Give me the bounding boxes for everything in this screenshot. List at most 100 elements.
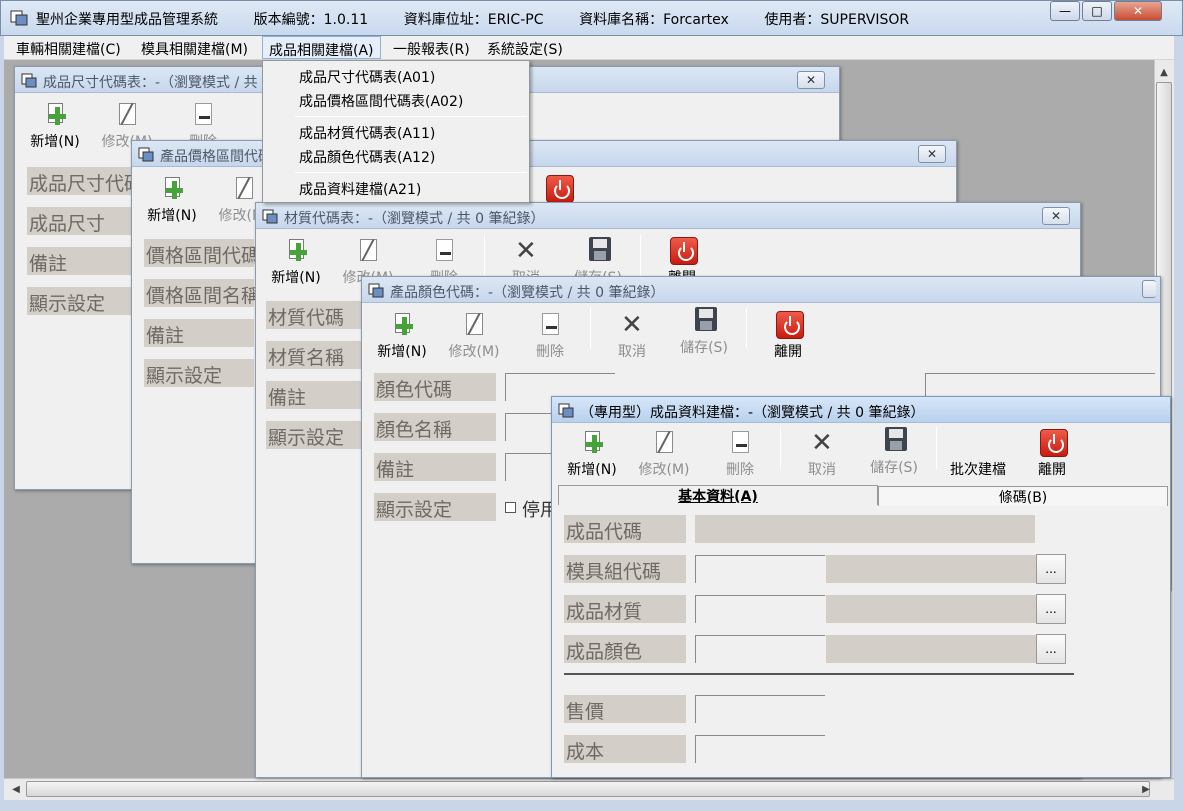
window-title: （專用型）成品資料建檔：-（瀏覽模式 / 共 0 筆紀錄） [580, 405, 925, 421]
batch-button[interactable]: 批次建檔 [944, 429, 1012, 479]
plus-icon [49, 107, 66, 125]
scroll-left-icon[interactable]: ◀ [8, 781, 24, 797]
add-button[interactable]: 新增(N) [25, 101, 85, 151]
delete-icon [542, 313, 559, 335]
color-name [826, 635, 1036, 663]
close-button[interactable]: ✕ [1114, 1, 1162, 21]
exit-button[interactable]: 離開 [758, 311, 818, 361]
menu-product[interactable]: 成品相關建檔(A) [262, 36, 381, 59]
cancel-button[interactable]: ✕取消 [602, 311, 662, 361]
menu-reports[interactable]: 一般報表(R) [387, 36, 476, 59]
menu-item-size-code[interactable]: 成品尺寸代碼表(A01) [299, 67, 435, 87]
delete-icon [732, 431, 749, 453]
field-label: 顯示設定 [266, 421, 362, 449]
color-browse-button[interactable]: ... [1036, 634, 1066, 664]
menu-mold[interactable]: 模具相關建檔(M) [135, 36, 254, 59]
edit-icon [119, 103, 136, 125]
mold-browse-button[interactable]: ... [1036, 554, 1066, 584]
product-code-input[interactable] [695, 515, 1035, 543]
field-label: 材質名稱 [266, 341, 362, 369]
delete-icon [436, 239, 453, 261]
menu-item-material[interactable]: 成品材質代碼表(A11) [299, 123, 435, 143]
add-button[interactable]: 新增(N) [142, 175, 202, 225]
menu-separator [295, 172, 527, 173]
window-title: 材質代碼表：-（瀏覽模式 / 共 0 筆紀錄） [284, 211, 545, 227]
plus-icon [396, 317, 413, 335]
mold-code-input[interactable] [695, 555, 825, 583]
delete-button[interactable]: 刪除 [710, 429, 770, 479]
menu-vehicle[interactable]: 車輛相關建檔(C) [10, 36, 127, 59]
field-label: 顏色名稱 [374, 413, 496, 441]
field-label: 模具組代碼 [564, 555, 686, 583]
close-icon[interactable] [1142, 280, 1156, 298]
window-icon [262, 209, 278, 224]
field-label: 備註 [27, 247, 137, 275]
field-label: 顯示設定 [374, 493, 496, 521]
scroll-right-icon[interactable]: ▶ [1138, 781, 1154, 797]
cancel-button[interactable]: ✕取消 [792, 429, 852, 479]
cancel-icon: ✕ [811, 428, 833, 458]
cancel-icon: ✕ [621, 310, 643, 340]
product-data-titlebar: （專用型）成品資料建檔：-（瀏覽模式 / 共 0 筆紀錄） [552, 397, 1170, 423]
horizontal-scroll-thumb[interactable] [26, 781, 1150, 797]
field-label: 備註 [374, 453, 496, 481]
divider [564, 673, 1074, 675]
minimize-button[interactable]: — [1050, 1, 1080, 21]
add-button[interactable]: 新增(N) [562, 429, 622, 479]
power-icon [1040, 429, 1068, 457]
cost-input[interactable] [695, 735, 825, 763]
close-icon[interactable]: ✕ [797, 71, 825, 89]
maximize-button[interactable]: □ [1082, 1, 1112, 21]
save-button[interactable]: 儲存(S) [674, 307, 734, 357]
product-data-window: （專用型）成品資料建檔：-（瀏覽模式 / 共 0 筆紀錄） 新增(N) 修改(M… [551, 396, 1171, 778]
app-title: 聖州企業專用型成品管理系統 版本編號：1.0.11 資料庫位址：ERIC-PC … [36, 12, 910, 28]
save-icon [885, 427, 907, 451]
field-label: 成品尺寸 [27, 207, 137, 235]
material-input[interactable] [695, 595, 825, 623]
delete-button[interactable]: 刪除 [520, 311, 580, 361]
save-icon [695, 307, 717, 331]
cancel-icon: ✕ [515, 236, 537, 266]
plus-icon [290, 243, 307, 261]
mold-code-name [826, 555, 1036, 583]
menu-bar: 車輛相關建檔(C) 模具相關建檔(M) 成品相關建檔(A) 一般報表(R) 系統… [4, 36, 1174, 60]
material-browse-button[interactable]: ... [1036, 594, 1066, 624]
field-label: 成品尺寸代碼 [27, 167, 143, 195]
add-button[interactable]: 新增(N) [372, 311, 432, 361]
exit-button[interactable]: 離開 [1022, 429, 1082, 479]
edit-icon [466, 313, 483, 335]
menu-item-product-data[interactable]: 成品資料建檔(A21) [299, 179, 421, 199]
edit-icon [236, 177, 253, 199]
menu-settings[interactable]: 系統設定(S) [481, 36, 569, 59]
field-label: 售價 [564, 695, 686, 723]
menu-item-price-range[interactable]: 成品價格區間代碼表(A02) [299, 91, 463, 111]
disable-checkbox[interactable] [505, 502, 516, 513]
price-input[interactable] [695, 695, 825, 723]
edit-button[interactable]: 修改(M) [634, 429, 694, 479]
power-icon [776, 311, 804, 339]
tab-barcode[interactable]: 條碼(B) [878, 486, 1168, 506]
field-label: 成品代碼 [564, 515, 686, 543]
material-name [826, 595, 1036, 623]
menu-item-color[interactable]: 成品顏色代碼表(A12) [299, 147, 435, 167]
plus-icon [166, 181, 183, 199]
app-icon [10, 10, 28, 26]
add-button[interactable]: 新增(N) [266, 237, 326, 287]
field-label: 材質代碼 [266, 301, 362, 329]
color-input[interactable] [695, 635, 825, 663]
close-icon[interactable]: ✕ [1042, 207, 1070, 225]
field-label: 成品材質 [564, 595, 686, 623]
edit-button[interactable]: 修改(M) [444, 311, 504, 361]
save-button[interactable]: 儲存(S) [864, 427, 924, 477]
close-icon[interactable]: ✕ [918, 145, 946, 163]
field-label: 顏色代碼 [374, 373, 496, 401]
edit-icon [656, 431, 673, 453]
scroll-up-icon[interactable]: ▲ [1156, 64, 1172, 80]
field-label: 價格區間名稱 [144, 279, 260, 307]
delete-icon [195, 103, 212, 125]
tab-basic-info[interactable]: 基本資料(A) [558, 485, 878, 505]
field-label: 成本 [564, 735, 686, 763]
plus-icon [586, 435, 603, 453]
material-code-titlebar: 材質代碼表：-（瀏覽模式 / 共 0 筆紀錄） ✕ [256, 203, 1080, 229]
field-label: 備註 [144, 319, 254, 347]
